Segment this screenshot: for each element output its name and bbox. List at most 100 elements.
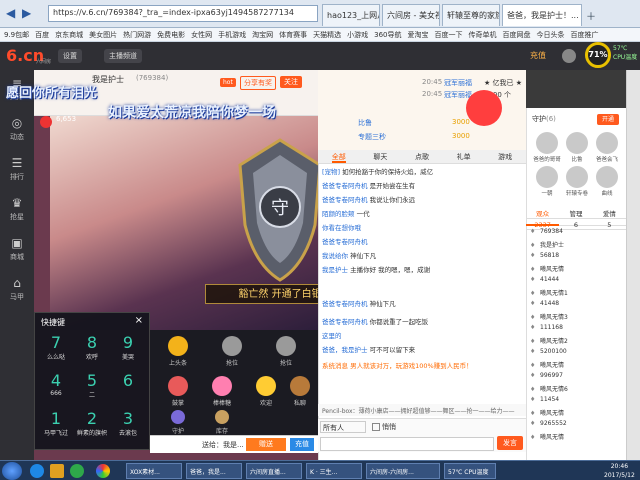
send-gift-button[interactable]: 赠送 [246,438,286,451]
ad-ticker[interactable]: Pencil-box：薄荷小康店——拥好超值够——舞区——抢一——给力—— [318,404,526,416]
address-bar[interactable]: https://v.6.cn/769384?_tra_=index-ipxa63… [48,5,318,22]
bookmark-item[interactable]: 百度网盘 [503,30,531,39]
bookmark-item[interactable]: 热门网游 [123,30,151,39]
guard-avatar[interactable] [566,132,588,154]
chat-user[interactable]: 爸爸专卷阿舟机 [322,182,368,190]
main-channel-button[interactable]: 主播频道 [104,49,142,63]
ticker-user[interactable]: 冠军丽福 [444,78,472,88]
ticker-user[interactable]: 比鲁 [358,118,372,128]
audience-row[interactable]: ♦ 曦风无情6 [530,384,622,396]
taskbar-item[interactable]: 爸爸，我是... [186,463,242,479]
page-scrollbar[interactable] [626,70,640,460]
taskbar-item[interactable]: K · 三生... [306,463,362,479]
system-clock[interactable]: 20:46 2017/5/12 [604,462,635,480]
bookmark-item[interactable]: 女性网 [191,30,212,39]
taskbar-item[interactable]: XOX素材... [126,463,182,479]
quick-key-5[interactable]: 5二 [75,371,109,411]
avatar[interactable] [562,49,576,63]
bookmark-item[interactable]: 美女图片 [89,30,117,39]
chat-user[interactable]: 我说给你 [322,252,348,260]
chat-user[interactable]: 爸爸专卷阿舟机 [322,318,368,326]
bookmark-item[interactable]: 百度一下 [435,30,463,39]
guard-avatar[interactable] [536,132,558,154]
settings-button[interactable]: 设置 [58,49,82,63]
chat-user[interactable]: 爸爸专卷阿舟机 [322,238,368,246]
audience-row[interactable]: ♦ 41444 [530,276,622,288]
tab-games[interactable]: 游戏 [498,150,512,163]
audience-row[interactable]: ♦ 996997 [530,372,622,384]
share-button[interactable]: 分享有奖 [240,76,276,90]
audience-row[interactable]: ♦ 曦风无情2 [530,336,622,348]
red-packet-icon[interactable] [466,90,502,126]
bookmark-item[interactable]: 9.9包邮 [4,30,29,39]
bookmark-item[interactable]: 免费电影 [157,30,185,39]
follow-button[interactable]: 关注 [280,76,302,88]
ie-icon[interactable] [30,464,44,478]
tab-family[interactable]: 轩辕至尊的家族主... [442,4,500,26]
recharge-link[interactable]: 充值 [530,50,546,61]
audience-row[interactable]: ♦ 41448 [530,300,622,312]
tab-gifts[interactable]: 礼单 [457,150,471,163]
quick-key-1[interactable]: 1 马甲飞过 [39,409,73,449]
guard-avatar[interactable] [596,166,618,188]
gift-guard[interactable]: 守护 [162,410,194,435]
gift-seat-1[interactable]: 抢位 [216,336,248,367]
audience-row[interactable]: ♦ 曦风无情 [530,264,622,276]
nav-rank[interactable]: ☰ 排行 [0,150,34,190]
quick-key-6[interactable]: 6 [111,371,145,411]
bookmark-item[interactable]: 天猫精选 [313,30,341,39]
tab-love[interactable]: 爱情 5 [592,204,626,230]
new-tab-icon[interactable]: ＋ [586,8,596,23]
guard-avatar[interactable] [536,166,558,188]
whisper-checkbox[interactable] [372,423,380,431]
taskbar-item[interactable]: 57℃ CPU温度 [444,463,496,479]
start-button[interactable] [2,462,22,480]
chat-user[interactable]: 爸爸专卷阿舟机 [322,300,368,308]
chat-user[interactable]: 爸爸，我是护士 [322,346,368,354]
guard-avatar[interactable] [566,166,588,188]
forward-icon[interactable]: ▶ [22,6,31,20]
quick-key-2[interactable]: 2 鲜素的旗帜 [75,409,109,449]
back-icon[interactable]: ◀ [6,6,15,20]
folder-icon[interactable] [50,464,64,478]
tab-songs[interactable]: 点歌 [415,150,429,163]
bookmark-item[interactable]: 传奇单机 [469,30,497,39]
quick-key-7[interactable]: 7 么么哒 [39,333,73,373]
chat-user[interactable]: [宠物] [322,168,340,176]
ticker-user[interactable]: 专题三秒 [358,132,386,142]
audience-row[interactable]: ♦ 曦风无情1 [530,288,622,300]
quick-key-4[interactable]: 4 666 [39,371,73,411]
audience-row[interactable]: ♦ 111168 [530,324,622,336]
chat-user[interactable]: 你看在想你哦 [322,224,361,232]
recipient-select[interactable]: 所有人 [320,421,366,433]
taskbar-item[interactable]: 六间房直播... [246,463,302,479]
bookmark-item[interactable]: 淘宝网 [252,30,273,39]
gift-applause[interactable]: 鼓掌 [162,376,194,407]
gift-stock[interactable]: 库存 [206,410,238,435]
close-icon[interactable]: × [135,315,143,326]
send-message-button[interactable]: 发言 [497,436,523,450]
gift-welcome[interactable]: 欢迎 [250,376,282,407]
guard-avatar[interactable] [596,132,618,154]
tab-admins[interactable]: 管理 6 [559,204,593,230]
audience-row[interactable]: ♦ 我是护士 [530,240,622,252]
chat-user[interactable]: 陌颜的脸颊 [322,210,355,218]
nav-dynamic[interactable]: ◎ 动态 [0,110,34,150]
chat-user[interactable]: 爸爸专卷阿舟机 [322,196,368,204]
nav-shop[interactable]: ▣ 商城 [0,230,34,270]
open-guard-button[interactable]: 开通 [597,114,619,125]
audience-row[interactable]: ♦ 5200100 [530,348,622,360]
chat-user[interactable]: 我是护士 [322,266,348,274]
audience-row[interactable]: ♦ 曦风无情 [530,408,622,420]
gift-private[interactable]: 私聊 [284,376,316,407]
bookmark-item[interactable]: 百度推广 [571,30,599,39]
audience-row[interactable]: ♦ 56818 [530,252,622,264]
bookmark-item[interactable]: 360导航 [374,30,401,39]
audience-row[interactable]: ♦ 曦风无情3 [530,312,622,324]
audience-row[interactable]: ♦ 769384 [530,228,622,240]
recharge-button[interactable]: 充值 [290,438,314,451]
audience-row[interactable]: ♦ 曦风无情 [530,432,622,444]
nav-vest[interactable]: ⌂ 马甲 [0,270,34,310]
bookmark-item[interactable]: 手机游戏 [218,30,246,39]
bookmark-item[interactable]: 体育赛事 [279,30,307,39]
